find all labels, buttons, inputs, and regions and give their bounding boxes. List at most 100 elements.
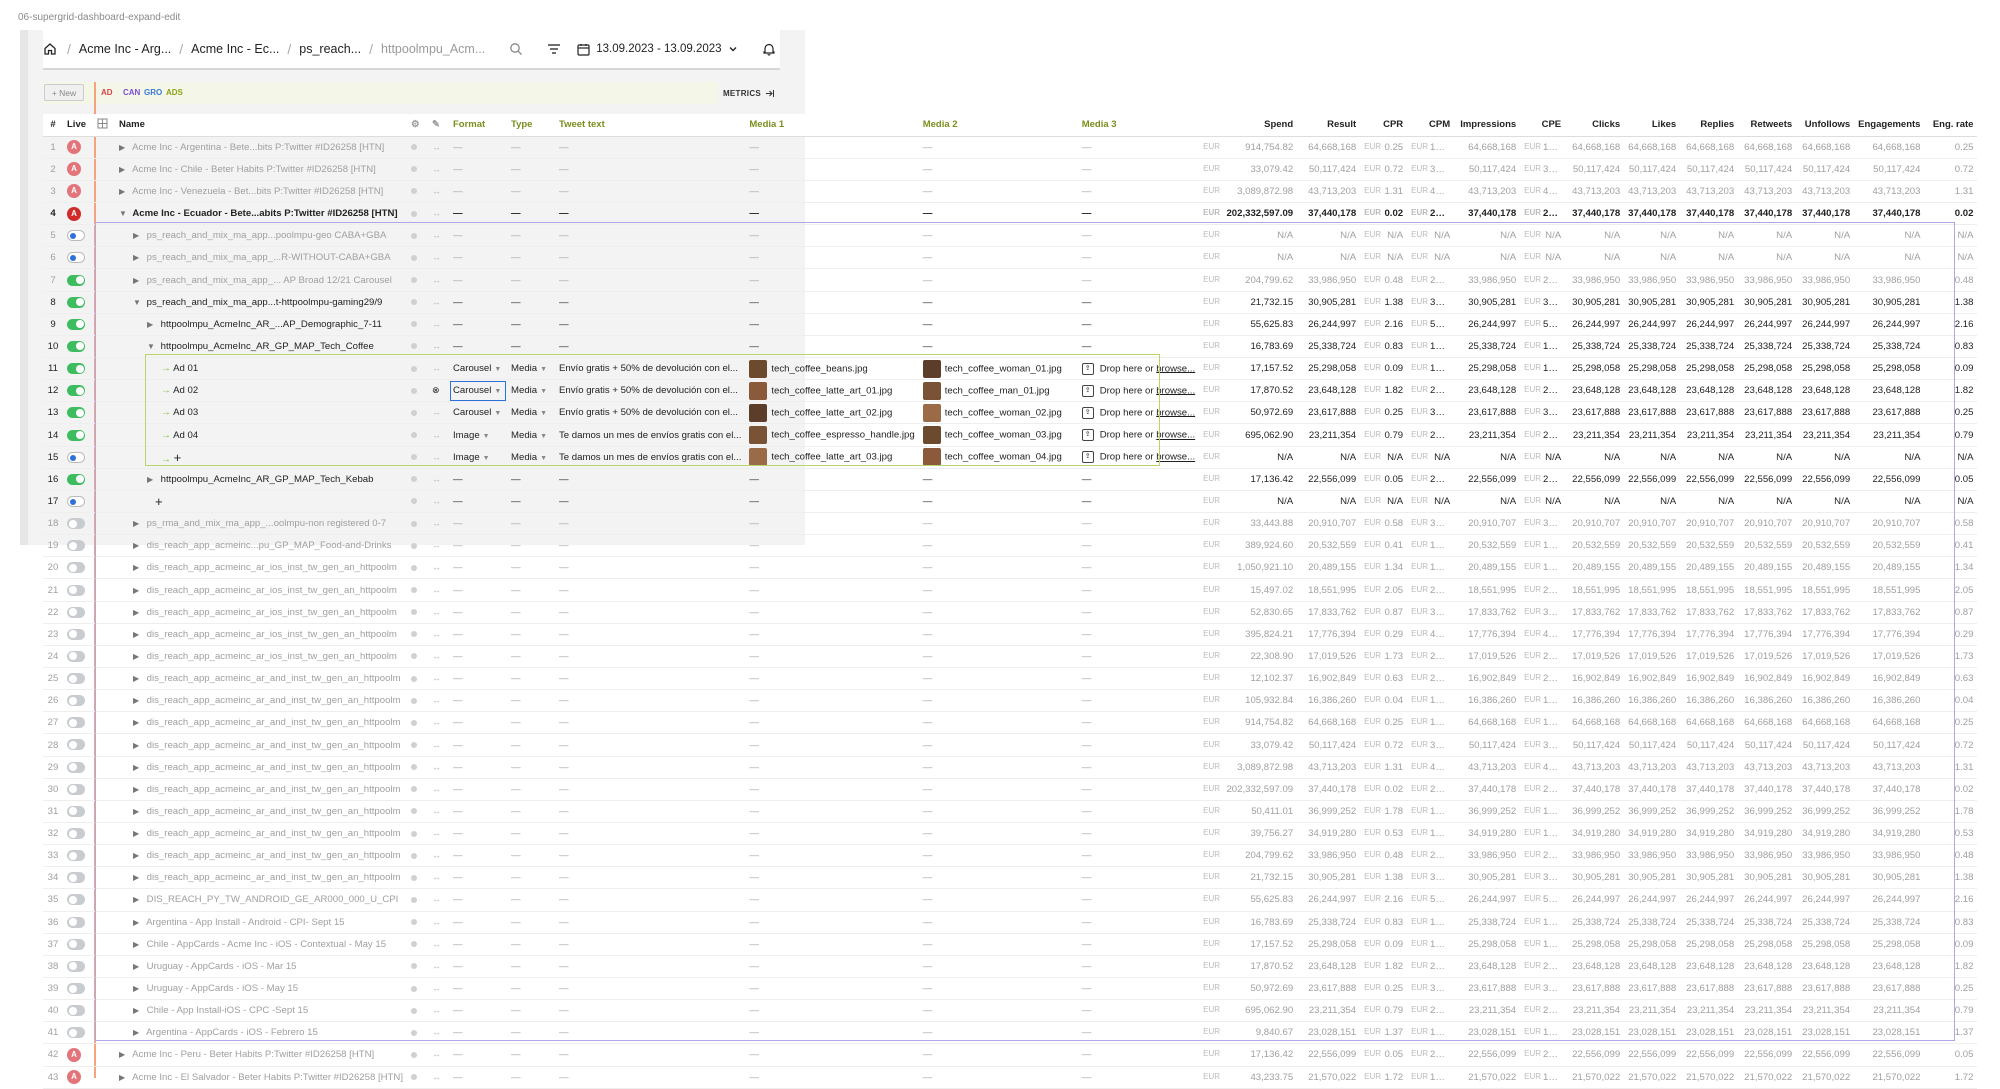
row-settings-cell[interactable] <box>407 268 428 292</box>
row-expand-cell[interactable]: ↔ <box>428 357 449 381</box>
row-settings-cell[interactable] <box>407 1021 428 1045</box>
caret-down-icon[interactable]: ▼ <box>147 342 158 351</box>
row-name[interactable]: Acme Inc - El Salvador - Beter Habits P:… <box>132 1072 403 1083</box>
row-media-3[interactable]: Drop here or browse... <box>1100 452 1195 463</box>
date-range-picker[interactable]: 13.09.2023 - 13.09.2023 <box>577 43 737 56</box>
row-settings-cell[interactable] <box>407 379 428 403</box>
table-row[interactable]: 32 ▶ dis_reach_app_acmeinc_ar_and_inst_tw… <box>43 822 1978 846</box>
row-name[interactable]: DIS_REACH_PY_TW_ANDROID_GE_AR000_000_U_C… <box>147 894 399 905</box>
live-toggle[interactable] <box>67 562 85 574</box>
col-header-spend[interactable]: Spend <box>1199 114 1298 137</box>
row-expand-cell[interactable]: ↔ <box>428 180 449 204</box>
row-media-1-cell[interactable]: tech_coffee_beans.jpg <box>745 357 919 381</box>
row-expand-cell[interactable]: ↔ <box>428 578 449 602</box>
row-settings-cell[interactable] <box>407 711 428 735</box>
row-name[interactable]: Acme Inc - Chile - Beter Habits P:Twitte… <box>132 164 376 175</box>
col-header-cpm[interactable]: CPM <box>1407 114 1455 137</box>
live-toggle[interactable] <box>67 473 85 485</box>
row-fmt[interactable]: Image <box>453 430 480 441</box>
row-settings-cell[interactable] <box>407 977 428 1001</box>
row-expand-cell[interactable]: ↔ <box>428 423 449 447</box>
row-settings-cell[interactable] <box>407 335 428 359</box>
row-name-cell[interactable]: ▶ Acme Inc - Argentina - Bete...bits P:T… <box>115 136 407 159</box>
row-media-3[interactable]: Drop here or browse... <box>1100 385 1195 396</box>
row-settings-cell[interactable] <box>407 955 428 978</box>
row-name-cell[interactable]: → Ad 01 <box>115 357 407 381</box>
row-name-cell[interactable]: ▶ dis_reach_app_acmeinc_ar_and_inst_tw_g… <box>115 756 407 779</box>
row-fmt[interactable]: Image <box>453 452 480 463</box>
col-header-index[interactable]: # <box>43 114 63 137</box>
caret-right-icon[interactable]: ▶ <box>133 895 144 904</box>
caret-right-icon[interactable]: ▶ <box>133 851 144 860</box>
caret-right-icon[interactable]: ▶ <box>133 873 144 882</box>
row-format-cell[interactable]: Image ▼ <box>449 423 507 447</box>
table-row[interactable]: 17 + ↔ — — — — — — EUR N/A N/A EUR N/A EUR N/A N/A EUR N/A… <box>43 490 1978 514</box>
table-row[interactable]: 4 A ▼ Acme Inc - Ecuador - Bete...abits P:… <box>43 202 1978 226</box>
live-toggle[interactable] <box>67 628 85 640</box>
row-expand-cell[interactable]: ↔ <box>428 888 449 912</box>
row-format-cell[interactable]: Carousel ▼ <box>449 379 507 403</box>
row-expand-cell[interactable]: ↔ <box>428 689 449 713</box>
home-icon[interactable] <box>43 42 59 56</box>
caret-right-icon[interactable]: ▶ <box>133 586 144 595</box>
caret-right-icon[interactable]: ▶ <box>133 652 144 661</box>
caret-right-icon[interactable]: ▶ <box>119 187 130 196</box>
row-settings-cell[interactable] <box>407 534 428 558</box>
search-icon[interactable] <box>509 42 523 56</box>
table-row[interactable]: 18 ▶ ps_rma_and_mix_ma_app_...oolmpu-non … <box>43 512 1978 536</box>
table-row[interactable]: 43 A ▶ Acme Inc - El Salvador - Beter Habi… <box>43 1066 1978 1089</box>
row-name[interactable]: Argentina - App Install - Android - CPI-… <box>146 917 344 928</box>
live-toggle[interactable] <box>67 318 85 330</box>
live-toggle[interactable] <box>67 872 85 884</box>
row-name[interactable]: Uruguay - AppCards - iOS - May 15 <box>147 983 298 994</box>
live-toggle[interactable] <box>67 274 85 286</box>
col-header-replies[interactable]: Replies <box>1680 114 1739 137</box>
table-row[interactable]: 29 ▶ dis_reach_app_acmeinc_ar_and_inst_tw… <box>43 756 1978 779</box>
row-expand-cell[interactable]: ↔ <box>428 667 449 691</box>
row-name-cell[interactable]: ▶ dis_reach_app_acmeinc...pu_GP_MAP_Food… <box>115 534 407 558</box>
row-settings-cell[interactable] <box>407 468 428 491</box>
row-name-cell[interactable]: ▶ Acme Inc - Chile - Beter Habits P:Twit… <box>115 158 407 181</box>
table-row[interactable]: 10 ▼ httpoolmpu_AcmeInc_AR_GP_MAP_Tech_Co… <box>43 335 1978 359</box>
live-toggle[interactable] <box>67 495 85 507</box>
table-row[interactable]: 3 A ▶ Acme Inc - Venezuela - Bet...bits P:… <box>43 180 1978 204</box>
add-ad-icon[interactable]: + <box>174 450 182 465</box>
caret-right-icon[interactable]: ▶ <box>147 320 158 329</box>
caret-right-icon[interactable]: ▶ <box>133 918 144 927</box>
add-row-icon[interactable]: + <box>155 494 163 509</box>
row-name-cell[interactable]: ▶ dis_reach_app_acmeinc_ar_and_inst_tw_g… <box>115 844 407 868</box>
level-tab-ads[interactable]: ADS <box>166 88 183 97</box>
caret-right-icon[interactable]: ▶ <box>119 165 130 174</box>
row-name-cell[interactable]: ▶ dis_reach_app_acmeinc_ar_and_inst_tw_g… <box>115 822 407 846</box>
row-name[interactable]: dis_reach_app_acmeinc_ar_and_inst_tw_gen… <box>147 695 401 706</box>
row-name[interactable]: Acme Inc - Argentina - Bete...bits P:Twi… <box>132 142 384 153</box>
caret-right-icon[interactable]: ▶ <box>119 1073 130 1082</box>
caret-right-icon[interactable]: ▶ <box>133 829 144 838</box>
row-settings-cell[interactable] <box>407 911 428 934</box>
row-name[interactable]: ps_rma_and_mix_ma_app_...oolmpu-non regi… <box>147 518 386 529</box>
col-header-clicks[interactable]: Clicks <box>1565 114 1625 137</box>
row-name-cell[interactable]: ▶ dis_reach_app_acmeinc_ar_and_inst_tw_g… <box>115 866 407 890</box>
caret-right-icon[interactable]: ▶ <box>133 1028 144 1037</box>
row-name[interactable]: dis_reach_app_acmeinc_ar_and_inst_tw_gen… <box>147 717 401 728</box>
row-media-3-cell[interactable]: ⇪ Drop here or browse... <box>1077 357 1200 381</box>
row-expand-cell[interactable]: ↔ <box>428 246 449 270</box>
row-settings-cell[interactable] <box>407 999 428 1023</box>
row-name[interactable]: dis_reach_app_acmeinc...pu_GP_MAP_Food-a… <box>147 540 392 551</box>
row-name[interactable]: Ad 04 <box>173 430 198 441</box>
caret-right-icon[interactable]: ▶ <box>133 984 144 993</box>
col-header-edit[interactable]: ✎ <box>428 114 449 137</box>
row-settings-cell[interactable] <box>407 158 428 181</box>
row-name-cell[interactable]: ▶ Acme Inc - Venezuela - Bet...bits P:Tw… <box>115 180 407 204</box>
row-name-cell[interactable]: ▶ httpoolmpu_AcmeInc_AR_...AP_Demographi… <box>115 313 407 336</box>
row-name-cell[interactable]: ▶ ps_rma_and_mix_ma_app_...oolmpu-non re… <box>115 512 407 536</box>
row-media-2-cell[interactable]: tech_coffee_woman_01.jpg <box>918 357 1078 381</box>
caret-right-icon[interactable]: ▶ <box>133 940 144 949</box>
live-toggle[interactable] <box>67 673 85 685</box>
row-name[interactable]: dis_reach_app_acmeinc_ar_and_inst_tw_gen… <box>147 784 401 795</box>
row-name-cell[interactable]: ▶ Acme Inc - El Salvador - Beter Habits … <box>115 1066 407 1089</box>
breadcrumb-item-group[interactable]: ps_reach... <box>299 42 361 56</box>
row-name-cell[interactable]: ▶ dis_reach_app_acmeinc_ar_ios_inst_tw_g… <box>115 578 407 602</box>
row-format-cell[interactable]: Image ▼ <box>449 446 507 469</box>
row-name-cell[interactable]: + <box>115 490 407 514</box>
